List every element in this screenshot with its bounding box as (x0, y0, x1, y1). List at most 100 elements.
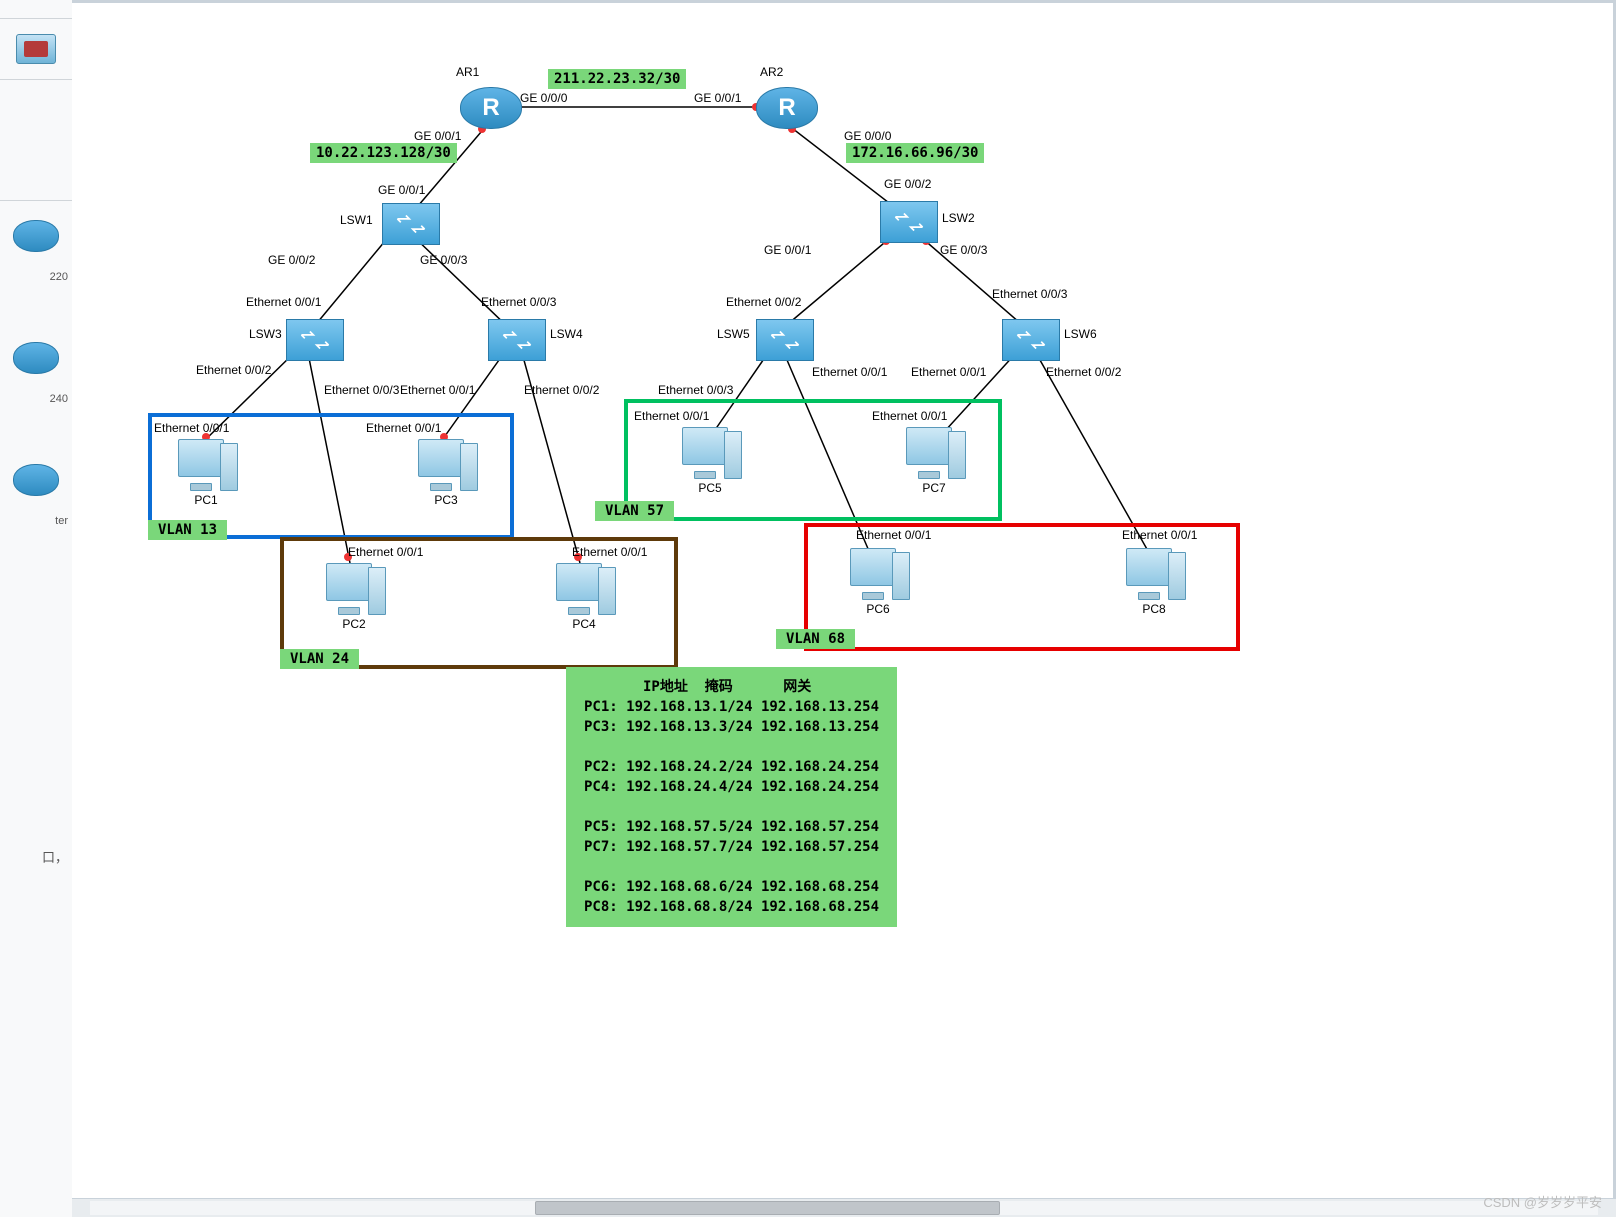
router-ar1-label: AR1 (456, 65, 479, 79)
palette-label-kou: 口， (0, 847, 72, 866)
switch-icon (1002, 319, 1060, 361)
port-pc1-e001: Ethernet 0/0/1 (154, 421, 229, 435)
pc6[interactable]: PC6 (846, 548, 910, 616)
lsw6-label: LSW6 (1064, 327, 1097, 341)
switch-lsw3[interactable] (286, 319, 344, 361)
vlan-57-label: VLAN 57 (595, 501, 674, 521)
lsw2-label: LSW2 (942, 211, 975, 225)
port-lsw2-ge003: GE 0/0/3 (940, 243, 987, 257)
topology-canvas[interactable]: VLAN 13 VLAN 24 VLAN 57 VLAN 68 211.22.2… (72, 3, 1613, 1199)
switch-icon (756, 319, 814, 361)
port-pc8-e001: Ethernet 0/0/1 (1122, 528, 1197, 542)
switch-lsw2[interactable] (880, 201, 938, 243)
palette-device-icon[interactable] (0, 19, 72, 80)
port-lsw1-ge001: GE 0/0/1 (378, 183, 425, 197)
palette-label-ter: ter (0, 515, 72, 527)
pc-icon (322, 563, 386, 615)
port-ar2-ge001: GE 0/0/1 (694, 91, 741, 105)
pc6-label: PC6 (846, 602, 910, 616)
router-icon: R (756, 87, 818, 129)
port-lsw3-e003: Ethernet 0/0/3 (324, 383, 399, 397)
pc-icon (902, 427, 966, 479)
port-lsw4-e001: Ethernet 0/0/1 (400, 383, 475, 397)
port-lsw5-e001: Ethernet 0/0/1 (812, 365, 887, 379)
palette-label-220: 220 (0, 271, 72, 283)
switch-icon (880, 201, 938, 243)
pc4-label: PC4 (552, 617, 616, 631)
pc7[interactable]: PC7 (902, 427, 966, 495)
palette-label-240: 240 (0, 393, 72, 405)
pc4[interactable]: PC4 (552, 563, 616, 631)
vlan-13-label: VLAN 13 (148, 520, 227, 540)
port-lsw2-ge002: GE 0/0/2 (884, 177, 931, 191)
pc-icon (414, 439, 478, 491)
pc-icon (846, 548, 910, 600)
ip-table: IP地址 掩码 网关 PC1: 192.168.13.1/24 192.168.… (566, 667, 897, 927)
router-ar1[interactable]: R (460, 87, 522, 129)
right-subnet-label: 172.16.66.96/30 (846, 143, 984, 163)
switch-icon (382, 203, 440, 245)
pc8[interactable]: PC8 (1122, 548, 1186, 616)
lsw5-label: LSW5 (717, 327, 750, 341)
port-pc5-e001: Ethernet 0/0/1 (634, 409, 709, 423)
vlan-68-label: VLAN 68 (776, 629, 855, 649)
port-pc4-e001: Ethernet 0/0/1 (572, 545, 647, 559)
pc1[interactable]: PC1 (174, 439, 238, 507)
port-lsw4-e002: Ethernet 0/0/2 (524, 383, 599, 397)
pc8-label: PC8 (1122, 602, 1186, 616)
vlan-24-label: VLAN 24 (280, 649, 359, 669)
port-lsw5-e003: Ethernet 0/0/3 (658, 383, 733, 397)
port-lsw6-e001: Ethernet 0/0/1 (911, 365, 986, 379)
port-pc2-e001: Ethernet 0/0/1 (348, 545, 423, 559)
port-lsw6-e002: Ethernet 0/0/2 (1046, 365, 1121, 379)
pc-icon (174, 439, 238, 491)
router-ar2[interactable]: R (756, 87, 818, 129)
horizontal-scrollbar[interactable] (72, 1198, 1616, 1217)
palette-router-icon[interactable] (0, 201, 72, 271)
port-pc6-e001: Ethernet 0/0/1 (856, 528, 931, 542)
pc3[interactable]: PC3 (414, 439, 478, 507)
port-pc7-e001: Ethernet 0/0/1 (872, 409, 947, 423)
switch-icon (488, 319, 546, 361)
lsw1-label: LSW1 (340, 213, 373, 227)
pc-icon (552, 563, 616, 615)
pc2[interactable]: PC2 (322, 563, 386, 631)
pc-icon (1122, 548, 1186, 600)
left-subnet-label: 10.22.123.128/30 (310, 143, 457, 163)
pc-icon (678, 427, 742, 479)
switch-lsw1[interactable] (382, 203, 440, 245)
router-ar2-label: AR2 (760, 65, 783, 79)
port-lsw2-ge001: GE 0/0/1 (764, 243, 811, 257)
switch-lsw6[interactable] (1002, 319, 1060, 361)
palette-router-icon-2[interactable] (0, 323, 72, 393)
port-lsw1-ge003: GE 0/0/3 (420, 253, 467, 267)
device-palette-sidebar[interactable]: 220 240 ter 口， (0, 0, 73, 1217)
port-pc3-e001: Ethernet 0/0/1 (366, 421, 441, 435)
switch-lsw5[interactable] (756, 319, 814, 361)
router-icon: R (460, 87, 522, 129)
scrollbar-thumb[interactable] (535, 1201, 1000, 1215)
port-lsw5-e002t: Ethernet 0/0/2 (726, 295, 801, 309)
port-ar1-ge001: GE 0/0/1 (414, 129, 461, 143)
pc5[interactable]: PC5 (678, 427, 742, 495)
watermark-text: CSDN @岁岁岁平安 (1483, 1192, 1602, 1211)
switch-icon (286, 319, 344, 361)
port-lsw1-ge002: GE 0/0/2 (268, 253, 315, 267)
topology-links-svg (72, 3, 1613, 1199)
switch-lsw4[interactable] (488, 319, 546, 361)
port-ar2-ge000: GE 0/0/0 (844, 129, 891, 143)
port-lsw4-e003t: Ethernet 0/0/3 (481, 295, 556, 309)
wan-subnet-label: 211.22.23.32/30 (548, 69, 686, 89)
lsw4-label: LSW4 (550, 327, 583, 341)
lsw3-label: LSW3 (249, 327, 282, 341)
port-ar1-ge000: GE 0/0/0 (520, 91, 567, 105)
pc1-label: PC1 (174, 493, 238, 507)
port-lsw6-e003t: Ethernet 0/0/3 (992, 287, 1067, 301)
pc5-label: PC5 (678, 481, 742, 495)
port-lsw3-e001t: Ethernet 0/0/1 (246, 295, 321, 309)
pc3-label: PC3 (414, 493, 478, 507)
pc7-label: PC7 (902, 481, 966, 495)
port-lsw3-e002: Ethernet 0/0/2 (196, 363, 271, 377)
pc2-label: PC2 (322, 617, 386, 631)
palette-router-icon-3[interactable] (0, 445, 72, 515)
